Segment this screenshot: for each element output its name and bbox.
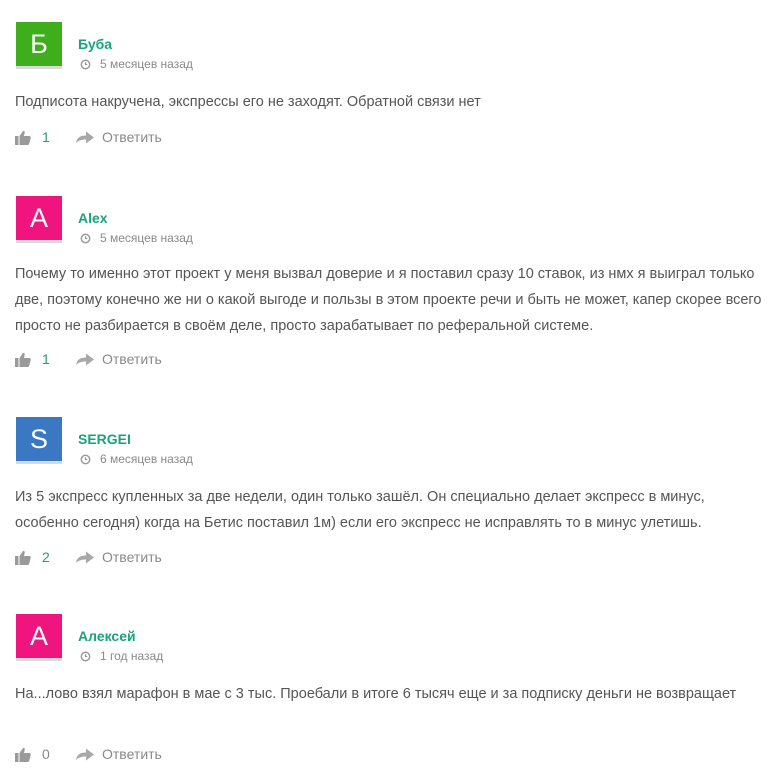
avatar: A	[16, 196, 62, 243]
like-count: 0	[42, 746, 50, 762]
comment-actions: 1 Ответить	[15, 129, 162, 145]
like-button[interactable]: 0	[15, 746, 56, 762]
comment-author[interactable]: SERGEI	[78, 431, 131, 447]
comment-meta: 5 месяцев назад	[80, 231, 193, 245]
like-count: 2	[42, 549, 50, 565]
comment-date: 5 месяцев назад	[100, 57, 193, 71]
like-count: 1	[42, 129, 50, 145]
comment-text: Почему то именно этот проект у меня вызв…	[15, 266, 762, 334]
comment-text: Подписота накручена, экспрессы его не за…	[15, 94, 481, 110]
avatar: А	[16, 614, 62, 661]
like-count: 1	[42, 351, 50, 367]
clock-icon	[80, 233, 91, 243]
comment: S SERGEI 6 месяцев назад Из 5 экспресс к…	[0, 417, 778, 572]
comment-actions: 0 Ответить	[15, 746, 162, 762]
reply-label: Ответить	[102, 129, 162, 145]
comment-meta: 6 месяцев назад	[80, 452, 193, 466]
reply-label: Ответить	[102, 746, 162, 762]
comment-date: 6 месяцев назад	[100, 452, 193, 466]
reply-label: Ответить	[102, 549, 162, 565]
reply-button[interactable]: Ответить	[76, 129, 162, 145]
comment-author[interactable]: Алексей	[78, 628, 136, 644]
reply-arrow-icon	[76, 353, 94, 365]
reply-label: Ответить	[102, 351, 162, 367]
reply-button[interactable]: Ответить	[76, 746, 162, 762]
reply-arrow-icon	[76, 551, 94, 563]
comment: А Алексей 1 год назад На...лово взял мар…	[0, 614, 778, 769]
reply-arrow-icon	[76, 748, 94, 760]
avatar: S	[16, 417, 62, 464]
comment: Б Буба 5 месяцев назад Подписота накруче…	[0, 22, 778, 157]
clock-icon	[80, 651, 91, 661]
comment-meta: 5 месяцев назад	[80, 57, 193, 71]
comment-actions: 2 Ответить	[15, 549, 162, 565]
like-button[interactable]: 1	[15, 351, 56, 367]
comment-meta: 1 год назад	[80, 649, 163, 663]
clock-icon	[80, 454, 91, 464]
comment-author[interactable]: Буба	[78, 36, 112, 52]
comment-date: 5 месяцев назад	[100, 231, 193, 245]
clock-icon	[80, 59, 91, 69]
thumbs-up-icon	[15, 352, 31, 367]
comment-author[interactable]: Alex	[78, 210, 108, 226]
like-button[interactable]: 2	[15, 549, 56, 565]
comment-actions: 1 Ответить	[15, 351, 162, 367]
comment-text: Из 5 экспресс купленных за две недели, о…	[15, 489, 705, 531]
thumbs-up-icon	[15, 747, 31, 762]
comment-date: 1 год назад	[100, 649, 164, 663]
thumbs-up-icon	[15, 550, 31, 565]
thumbs-up-icon	[15, 130, 31, 145]
avatar: Б	[16, 22, 62, 69]
reply-button[interactable]: Ответить	[76, 549, 162, 565]
comment: A Alex 5 месяцев назад Почему то именно …	[0, 196, 778, 376]
comment-text: На...лово взял марафон в мае с 3 тыс. Пр…	[15, 686, 737, 702]
reply-button[interactable]: Ответить	[76, 351, 162, 367]
reply-arrow-icon	[76, 131, 94, 143]
like-button[interactable]: 1	[15, 129, 56, 145]
